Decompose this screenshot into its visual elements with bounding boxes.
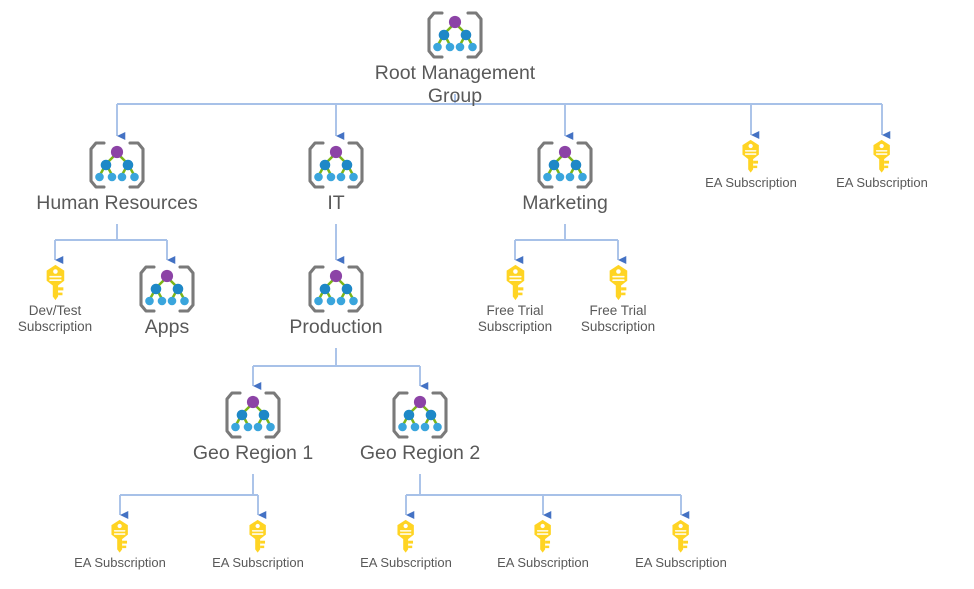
node-label: EA Subscription <box>212 555 304 571</box>
node-label: Apps <box>144 316 190 338</box>
node-label: Production <box>289 316 383 338</box>
node-label: Geo Region 1 <box>192 442 314 464</box>
node-label: Geo Region 2 <box>359 442 481 464</box>
subscription-key-icon <box>609 264 627 301</box>
management-group-icon <box>308 265 364 313</box>
node-label: EA Subscription <box>635 555 727 571</box>
node-label: IT <box>327 192 345 214</box>
management-group-icon <box>139 265 195 313</box>
management-group-node[interactable]: Root Management Group <box>365 10 545 108</box>
management-group-node[interactable]: Human Resources <box>27 140 207 215</box>
subscription-key-icon <box>873 139 891 173</box>
subscription-key-icon <box>742 139 760 173</box>
node-label: EA Subscription <box>705 175 797 191</box>
subscription-key-icon <box>506 264 524 301</box>
management-group-node[interactable]: Geo Region 2 <box>330 390 510 465</box>
subscription-key-icon <box>111 519 129 553</box>
subscription-key-icon <box>249 519 267 553</box>
node-label: Root Management Group <box>374 62 536 107</box>
node-label: Human Resources <box>36 192 198 214</box>
diagram-canvas: Root Management Group Human Resources IT <box>0 0 974 589</box>
management-group-node[interactable]: Production <box>246 264 426 339</box>
subscription-key-icon <box>672 519 690 553</box>
node-label: Free Trial Subscription <box>580 302 656 334</box>
management-group-icon <box>537 141 593 189</box>
node-label: EA Subscription <box>836 175 928 191</box>
node-label: Marketing <box>522 192 608 214</box>
subscription-key-icon <box>397 519 415 553</box>
node-label: EA Subscription <box>360 555 452 571</box>
subscription-key-icon <box>534 519 552 553</box>
management-group-icon <box>225 391 281 439</box>
management-group-icon <box>392 391 448 439</box>
management-group-node[interactable]: IT <box>246 140 426 215</box>
subscription-node[interactable]: Free Trial Subscription <box>528 264 708 335</box>
management-group-node[interactable]: Marketing <box>475 140 655 215</box>
node-label: EA Subscription <box>497 555 589 571</box>
management-group-icon <box>427 11 483 59</box>
management-group-icon <box>89 141 145 189</box>
management-group-node[interactable]: Apps <box>77 264 257 339</box>
subscription-key-icon <box>46 264 64 301</box>
subscription-node[interactable]: EA Subscription <box>792 139 972 191</box>
management-group-icon <box>308 141 364 189</box>
subscription-node[interactable]: EA Subscription <box>591 519 771 571</box>
node-label: EA Subscription <box>74 555 166 571</box>
management-group-node[interactable]: Geo Region 1 <box>163 390 343 465</box>
